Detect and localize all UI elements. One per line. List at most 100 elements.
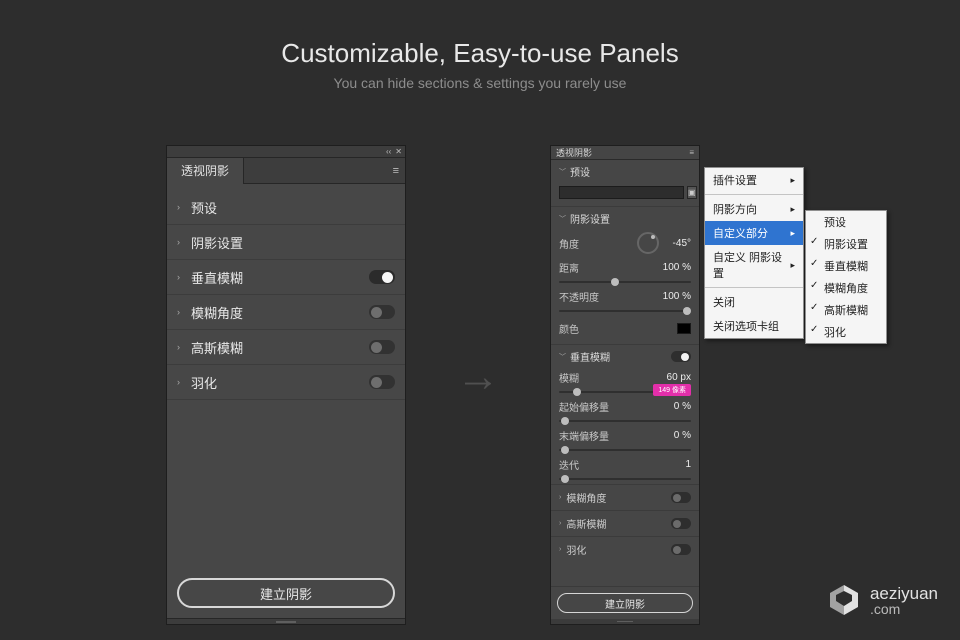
resize-handle[interactable] xyxy=(167,618,405,624)
panel-simplified: ‹‹ ✕ 透视阴影 ≡ ›预设›阴影设置›垂直模糊›模糊角度›高斯模糊›羽化 建… xyxy=(166,145,406,625)
menu-item[interactable]: 关闭 xyxy=(705,290,803,314)
collapse-icon[interactable]: ‹‹ xyxy=(386,147,391,156)
submenu-item[interactable]: 预设 xyxy=(806,211,886,233)
end-offset-value: 0 % xyxy=(674,430,691,441)
section-row[interactable]: ›模糊角度 xyxy=(551,484,699,510)
section-label: 羽化 xyxy=(191,373,217,392)
section-label: 羽化 xyxy=(566,542,586,557)
menu-item[interactable]: 插件设置▸ xyxy=(705,168,803,192)
section-label: 模糊角度 xyxy=(566,490,606,505)
submenu-item[interactable]: 羽化 xyxy=(806,321,886,343)
menu-item-label: 自定义 阴影设置 xyxy=(713,249,790,281)
section-shadow-settings[interactable]: ﹀ 阴影设置 xyxy=(551,206,699,230)
chevron-right-icon: › xyxy=(177,307,191,317)
panel-footer: 建立阴影 xyxy=(551,586,699,619)
start-offset-slider[interactable] xyxy=(551,416,699,426)
resize-handle[interactable] xyxy=(551,619,699,624)
section-row[interactable]: › 高斯模糊 xyxy=(551,510,699,536)
panel-body: ﹀ 预设 ▣ 🗑 ﹀ 阴影设置 角度 -45° 距离 100 % 不透明度 10… xyxy=(551,160,699,586)
chevron-right-icon: › xyxy=(177,272,191,282)
submenu-arrow-icon: ▸ xyxy=(790,260,795,271)
create-shadow-button[interactable]: 建立阴影 xyxy=(557,593,693,613)
angle-label: 角度 xyxy=(559,236,637,251)
section-label: 垂直模糊 xyxy=(191,268,243,287)
submenu-item[interactable]: 模糊角度 xyxy=(806,277,886,299)
opacity-value: 100 % xyxy=(663,291,691,302)
menu-item-label: 插件设置 xyxy=(713,172,757,188)
chevron-right-icon: › xyxy=(559,520,561,527)
section-row[interactable]: ›高斯模糊 xyxy=(167,330,405,365)
submenu-arrow-icon: ▸ xyxy=(790,228,795,239)
section-toggle[interactable] xyxy=(369,270,395,284)
section-row[interactable]: ›预设 xyxy=(167,190,405,225)
section-vertical-blur[interactable]: ﹀ 垂直模糊 xyxy=(551,344,699,368)
submenu-item[interactable]: 高斯模糊 xyxy=(806,299,886,321)
panel-flyout-menu: 插件设置▸阴影方向▸自定义部分▸自定义 阴影设置▸关闭关闭选项卡组 xyxy=(704,167,804,339)
section-label: 高斯模糊 xyxy=(566,516,606,531)
chevron-right-icon: › xyxy=(177,342,191,352)
section-row[interactable]: › 羽化 xyxy=(551,536,699,562)
iterations-label: 迭代 xyxy=(559,457,685,472)
section-label: 高斯模糊 xyxy=(191,338,243,357)
vertical-blur-toggle[interactable] xyxy=(671,351,691,362)
submenu-item[interactable]: 垂直模糊 xyxy=(806,255,886,277)
chevron-right-icon: › xyxy=(559,546,561,553)
section-toggle[interactable] xyxy=(671,492,691,503)
blur-slider[interactable]: 149 像素 xyxy=(551,387,699,397)
menu-icon[interactable]: ≡ xyxy=(393,165,399,177)
chevron-right-icon: › xyxy=(177,237,191,247)
customize-submenu: 预设阴影设置垂直模糊模糊角度高斯模糊羽化 xyxy=(805,210,887,344)
section-label: 垂直模糊 xyxy=(570,349,610,364)
panel-header-bar: 透视阴影 ≡ xyxy=(551,146,699,160)
arrow-icon: → xyxy=(456,352,500,402)
chevron-down-icon: ﹀ xyxy=(559,214,566,224)
tab-perspective-shadow[interactable]: 透视阴影 xyxy=(556,146,592,159)
distance-slider[interactable] xyxy=(551,277,699,287)
menu-icon[interactable]: ≡ xyxy=(689,148,694,157)
section-toggle[interactable] xyxy=(369,340,395,354)
preset-input[interactable] xyxy=(559,186,684,199)
logo-domain: .com xyxy=(870,602,938,616)
tab-perspective-shadow[interactable]: 透视阴影 xyxy=(167,158,244,184)
blur-value: 60 px xyxy=(667,372,691,383)
page-subtitle: You can hide sections & settings you rar… xyxy=(0,75,960,91)
opacity-slider[interactable] xyxy=(551,306,699,316)
section-toggle[interactable] xyxy=(671,518,691,529)
menu-item[interactable]: 阴影方向▸ xyxy=(705,197,803,221)
section-row[interactable]: ›阴影设置 xyxy=(167,225,405,260)
chevron-down-icon: ﹀ xyxy=(559,167,566,177)
tab-bar: 透视阴影 ≡ xyxy=(167,158,405,184)
menu-item-label: 阴影方向 xyxy=(713,201,757,217)
menu-item[interactable]: 自定义部分 ▸ xyxy=(705,221,803,245)
end-offset-label: 末端偏移量 xyxy=(559,428,674,443)
section-toggle[interactable] xyxy=(369,305,395,319)
section-row[interactable]: ›垂直模糊 xyxy=(167,260,405,295)
panel-footer: 建立阴影 xyxy=(167,568,405,618)
create-shadow-button[interactable]: 建立阴影 xyxy=(177,578,395,608)
menu-item[interactable]: 自定义 阴影设置▸ xyxy=(705,245,803,285)
submenu-item[interactable]: 阴影设置 xyxy=(806,233,886,255)
section-presets[interactable]: ﹀ 预设 xyxy=(551,160,699,183)
color-label: 颜色 xyxy=(559,321,677,336)
section-row[interactable]: ›羽化 xyxy=(167,365,405,400)
panel-body: ›预设›阴影设置›垂直模糊›模糊角度›高斯模糊›羽化 xyxy=(167,184,405,568)
section-toggle[interactable] xyxy=(369,375,395,389)
iterations-slider[interactable] xyxy=(551,474,699,484)
color-swatch[interactable] xyxy=(677,323,691,334)
start-offset-value: 0 % xyxy=(674,401,691,412)
panel-detailed: 透视阴影 ≡ ﹀ 预设 ▣ 🗑 ﹀ 阴影设置 角度 -45° 距离 100 % … xyxy=(550,145,700,625)
angle-dial[interactable] xyxy=(637,232,659,254)
section-row[interactable]: ›模糊角度 xyxy=(167,295,405,330)
section-toggle[interactable] xyxy=(671,544,691,555)
menu-item-label: 自定义部分 xyxy=(713,225,768,241)
logo-text: aeziyuan xyxy=(870,585,938,602)
distance-value: 100 % xyxy=(663,262,691,273)
save-preset-icon[interactable]: ▣ xyxy=(687,186,697,199)
menu-item[interactable]: 关闭选项卡组 xyxy=(705,314,803,338)
menu-separator xyxy=(705,194,803,195)
close-icon[interactable]: ✕ xyxy=(395,147,402,156)
chevron-right-icon: › xyxy=(177,377,191,387)
logo-icon xyxy=(826,582,862,618)
end-offset-slider[interactable] xyxy=(551,445,699,455)
chevron-right-icon: › xyxy=(177,202,191,212)
